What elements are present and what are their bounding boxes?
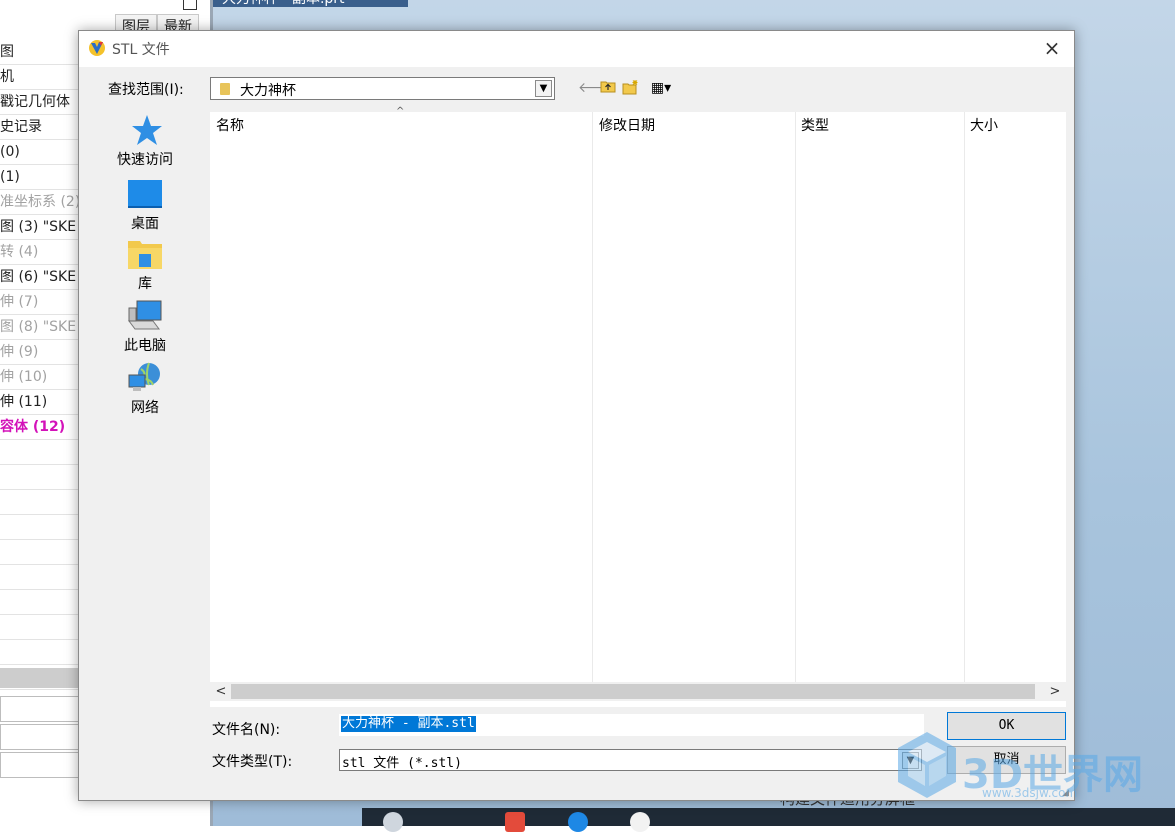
dialog-title: STL 文件 xyxy=(112,42,170,58)
stl-file-dialog: STL 文件 × 查找范围(I): 大力神杯 ▼ 🡐 ▦▾ 快速访问 桌面 库 … xyxy=(78,30,1075,801)
column-separator[interactable] xyxy=(592,112,593,682)
lookin-value: 大力神杯 xyxy=(240,83,296,99)
tree-item[interactable]: 史记录 xyxy=(0,115,80,140)
chevron-down-icon[interactable]: ▼ xyxy=(535,80,552,97)
tree-item[interactable]: 机 xyxy=(0,65,80,90)
place-network[interactable]: 网络 xyxy=(109,361,181,417)
background-tree-scrollbar[interactable] xyxy=(0,668,80,688)
place-label: 桌面 xyxy=(131,216,159,232)
filetype-value: stl 文件 (*.stl) xyxy=(342,756,462,771)
dialog-titlebar: STL 文件 × xyxy=(79,31,1074,67)
column-header-type[interactable]: 类型 xyxy=(795,112,964,140)
tree-item[interactable]: 图 xyxy=(0,40,80,65)
tree-empty-row xyxy=(0,590,80,615)
taskbar-app-icon[interactable] xyxy=(505,812,525,832)
tree-item[interactable]: 戳记几何体 xyxy=(0,90,80,115)
place-label: 此电脑 xyxy=(124,338,166,354)
column-separator[interactable] xyxy=(795,112,796,682)
folder-icon xyxy=(220,83,230,95)
star-icon xyxy=(132,115,162,145)
filetype-label: 文件类型(T): xyxy=(212,754,293,770)
horizontal-scrollbar[interactable]: < > xyxy=(210,682,1066,701)
tree-item[interactable]: 伸 (9) xyxy=(0,340,80,365)
scroll-thumb[interactable] xyxy=(231,684,1035,699)
up-folder-icon xyxy=(600,81,616,93)
tree-item[interactable]: 伸 (11) xyxy=(0,390,80,415)
tree-item[interactable]: (1) xyxy=(0,165,80,190)
background-field[interactable] xyxy=(0,752,82,778)
desktop-icon xyxy=(128,180,162,208)
tree-item[interactable]: (0) xyxy=(0,140,80,165)
background-checkbox[interactable] xyxy=(183,0,197,10)
tree-empty-row xyxy=(0,465,80,490)
column-header-size[interactable]: 大小 xyxy=(964,112,1066,140)
tree-item[interactable]: 转 (4) xyxy=(0,240,80,265)
tree-item[interactable]: 伸 (10) xyxy=(0,365,80,390)
tree-empty-row xyxy=(0,515,80,540)
new-folder-icon xyxy=(622,80,638,95)
back-arrow-icon[interactable]: 🡐 xyxy=(578,79,616,97)
tree-empty-row xyxy=(0,565,80,590)
app-logo-icon xyxy=(89,40,105,56)
background-model-tree: 图机戳记几何体 史记录 (0) (1) 准坐标系 (2) 图 (3) "SKE 转 (4) 图… xyxy=(0,40,80,715)
network-icon xyxy=(128,362,160,391)
place-label: 网络 xyxy=(131,400,159,416)
lookin-label: 查找范围(I): xyxy=(108,82,184,98)
place-library[interactable]: 库 xyxy=(109,237,181,293)
column-header-modified[interactable]: 修改日期 xyxy=(593,112,795,140)
filename-input[interactable]: 大力神杯 - 副本.stl xyxy=(339,714,924,736)
filename-label: 文件名(N): xyxy=(212,722,281,738)
tree-empty-row xyxy=(0,540,80,565)
up-folder-button[interactable] xyxy=(599,79,617,97)
column-separator[interactable] xyxy=(964,112,965,682)
background-field[interactable] xyxy=(0,696,82,722)
tree-item[interactable]: 容体 (12) xyxy=(0,415,80,440)
watermark-subtext: www.3dsjw.com xyxy=(982,786,1078,800)
view-menu-icon[interactable]: ▦▾ xyxy=(646,79,676,97)
filetype-dropdown[interactable]: stl 文件 (*.stl) ▼ xyxy=(339,749,922,771)
cube-logo-icon xyxy=(898,732,956,798)
lookin-dropdown[interactable]: 大力神杯 ▼ xyxy=(210,77,555,100)
taskbar-app-icon[interactable] xyxy=(383,812,403,832)
place-quick-access[interactable]: 快速访问 xyxy=(109,113,181,169)
tree-empty-row xyxy=(0,440,80,465)
place-label: 快速访问 xyxy=(117,152,173,168)
tree-empty-row xyxy=(0,640,80,665)
library-folder-icon xyxy=(128,241,162,269)
place-desktop[interactable]: 桌面 xyxy=(109,177,181,233)
taskbar-app-icon[interactable] xyxy=(568,812,588,832)
background-field[interactable] xyxy=(0,724,82,750)
file-list[interactable]: ^ 名称 修改日期 类型 大小 < > xyxy=(210,106,1066,707)
place-this-pc[interactable]: 此电脑 xyxy=(109,299,181,355)
tree-empty-row xyxy=(0,490,80,515)
tree-item[interactable]: 图 (8) "SKE xyxy=(0,315,80,340)
filename-value-selected: 大力神杯 - 副本.stl xyxy=(341,716,476,732)
tree-item[interactable]: 图 (3) "SKE xyxy=(0,215,80,240)
tree-item[interactable]: 准坐标系 (2) xyxy=(0,190,80,215)
tree-item[interactable]: 伸 (7) xyxy=(0,290,80,315)
watermark: 3D世界网 www.3dsjw.com xyxy=(892,728,1152,812)
tree-item[interactable]: 图 (6) "SKE xyxy=(0,265,80,290)
new-folder-button[interactable] xyxy=(622,79,640,97)
computer-icon xyxy=(128,300,162,330)
close-button[interactable]: × xyxy=(1040,37,1064,61)
taskbar-app-icon[interactable] xyxy=(630,812,650,832)
scroll-right-icon[interactable]: > xyxy=(1046,682,1064,701)
tree-empty-row xyxy=(0,615,80,640)
scroll-left-icon[interactable]: < xyxy=(212,682,230,701)
place-label: 库 xyxy=(138,276,152,292)
background-window-title: 大力神杯 - 副本.prt xyxy=(222,0,345,8)
column-header-name[interactable]: 名称 xyxy=(210,112,593,140)
